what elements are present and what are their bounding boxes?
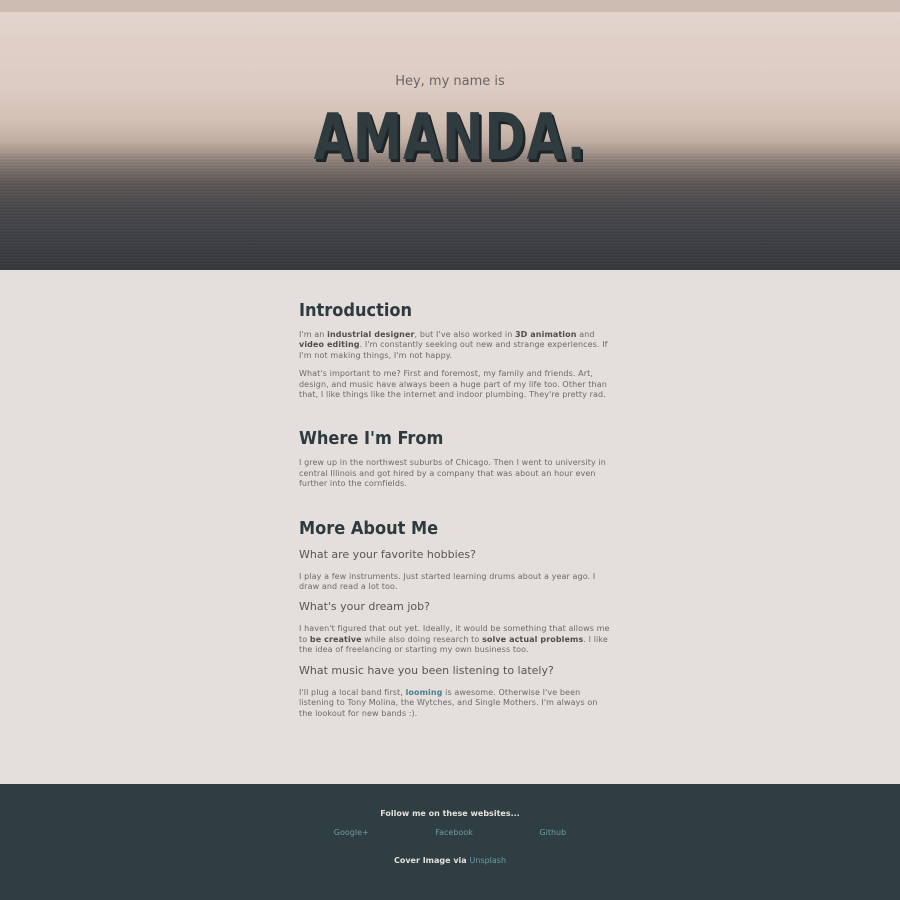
facebook-link[interactable]: Facebook <box>435 828 473 837</box>
follow-heading: Follow me on these websites... <box>380 809 520 818</box>
main-content: Introduction I'm an industrial designer,… <box>299 270 611 719</box>
hero-banner: Hey, my name is AMANDA. <box>0 12 900 270</box>
question-hobbies: What are your favorite hobbies? <box>299 547 476 561</box>
intro-paragraph: What's important to me? First and foremo… <box>299 369 607 400</box>
cover-credit: Cover Image via Unsplash <box>393 856 507 865</box>
where-from-section: Where I'm From I grew up in the northwes… <box>299 428 611 489</box>
question-music: What music have you been listening to la… <box>299 663 554 677</box>
section-title: More About Me <box>299 517 439 539</box>
answer-music: I'll plug a local band first, looming is… <box>299 687 598 718</box>
intro-paragraph: I'm an industrial designer, but I've als… <box>299 330 608 360</box>
social-links: Google+ Facebook Github <box>0 828 900 837</box>
footer: Follow me on these websites... Google+ F… <box>0 784 900 900</box>
hero-greeting: Hey, my name is <box>395 74 505 89</box>
section-title: Where I'm From <box>299 428 444 450</box>
answer-dream-job: I haven't figured that out yet. Ideally,… <box>299 624 610 655</box>
more-about-section: More About Me What are your favorite hob… <box>299 518 611 719</box>
answer-hobbies: I play a few instruments. Just started l… <box>299 571 596 592</box>
question-dream-job: What's your dream job? <box>299 600 430 614</box>
unsplash-link[interactable]: Unsplash <box>469 856 506 865</box>
from-paragraph: I grew up in the northwest suburbs of Ch… <box>299 458 606 489</box>
introduction-section: Introduction I'm an industrial designer,… <box>299 300 611 400</box>
github-link[interactable]: Github <box>539 828 566 837</box>
top-bar <box>0 0 900 12</box>
section-title: Introduction <box>299 300 413 321</box>
hero-name: AMANDA. <box>313 101 587 175</box>
google-plus-link[interactable]: Google+ <box>334 828 369 837</box>
looming-link[interactable]: looming <box>406 688 443 697</box>
